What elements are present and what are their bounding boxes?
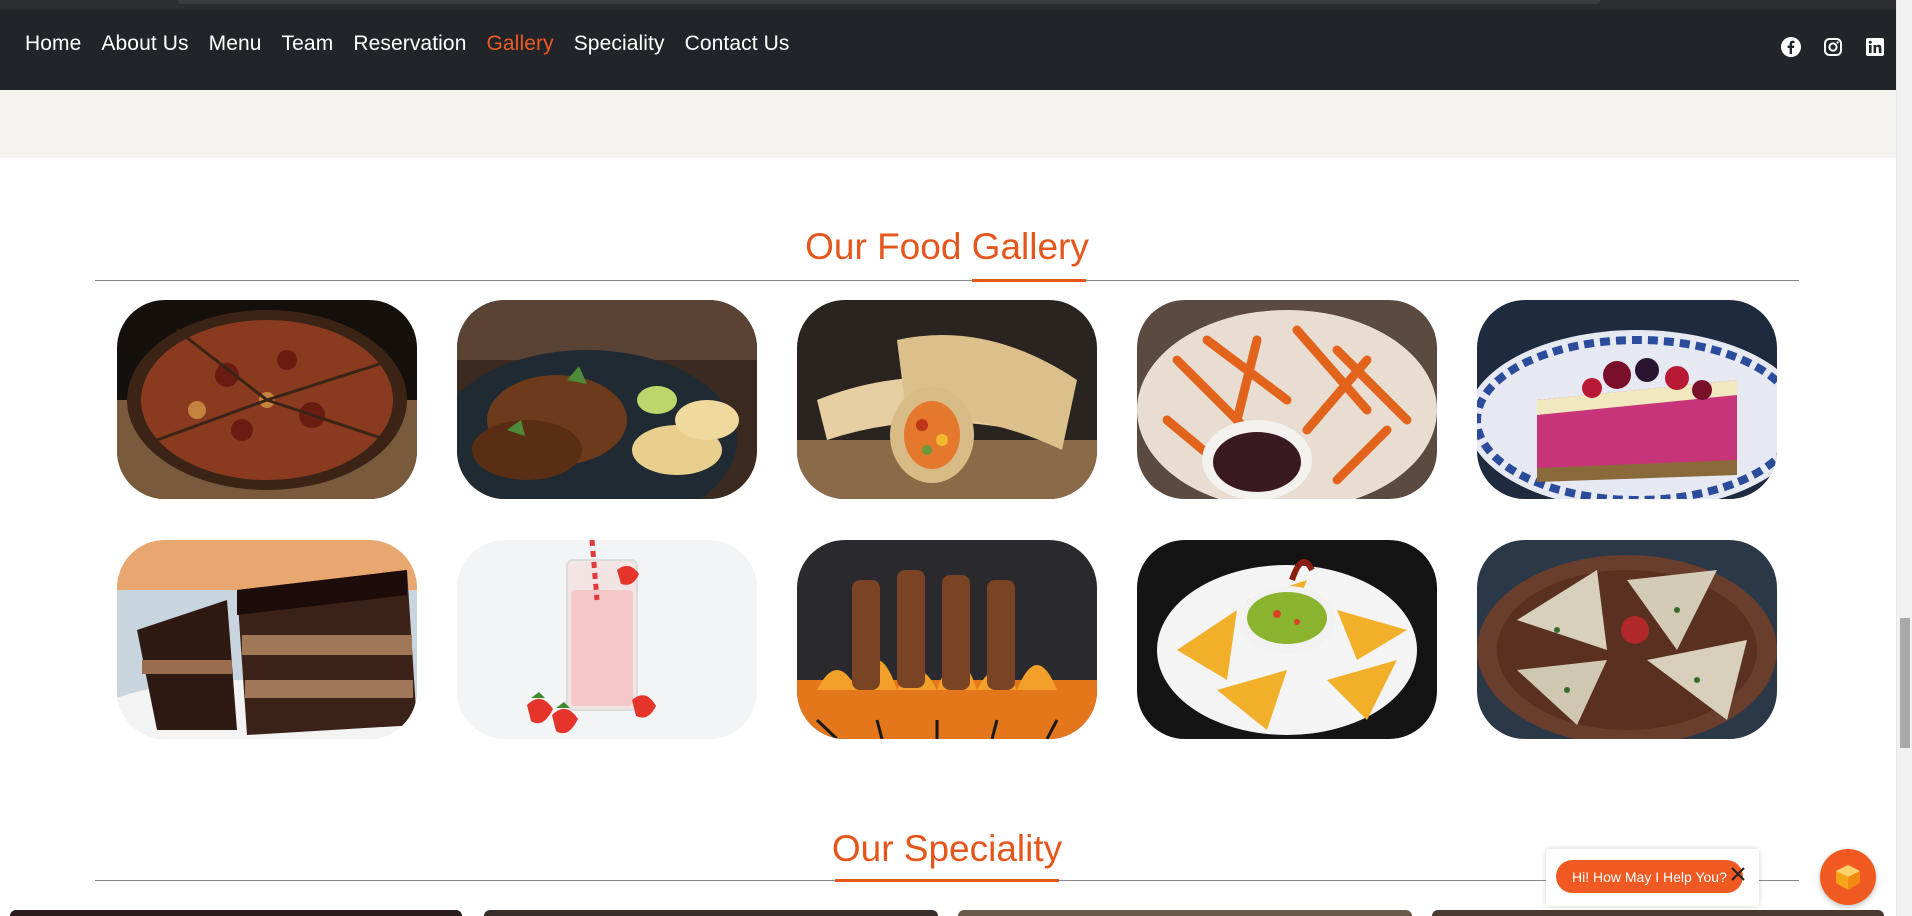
nav-home[interactable]: Home <box>25 32 81 56</box>
grilled-skewers-image[interactable] <box>797 540 1097 739</box>
gallery-title: Our Food Gallery <box>805 226 1089 267</box>
nav-speciality[interactable]: Speciality <box>574 32 665 56</box>
nav-menu[interactable]: Menu <box>209 32 262 56</box>
page-scrollbar[interactable] <box>1896 0 1912 916</box>
nav-links: Home About Us Menu Team Reservation Gall… <box>25 10 789 78</box>
nav-about-us[interactable]: About Us <box>101 32 188 56</box>
nav-contact-us[interactable]: Contact Us <box>685 32 790 56</box>
speciality-title-underline <box>835 879 1059 882</box>
facebook-icon[interactable] <box>1780 36 1802 58</box>
speciality-card-1[interactable] <box>10 910 462 916</box>
strawberry-smoothie-image[interactable] <box>457 540 757 739</box>
browser-top-strip <box>0 0 1896 10</box>
pizza-image[interactable] <box>117 300 417 499</box>
gallery-header: Our Food Gallery <box>95 226 1799 282</box>
grilled-chicken-chips-image[interactable] <box>457 300 757 499</box>
instagram-icon[interactable] <box>1822 36 1844 58</box>
speciality-header: Our Speciality <box>95 828 1799 884</box>
nav-reservation[interactable]: Reservation <box>353 32 466 56</box>
speciality-card-3[interactable] <box>958 910 1412 916</box>
gallery-divider <box>95 280 1799 281</box>
chocolate-cake-image[interactable] <box>117 540 417 739</box>
chat-launcher-button[interactable] <box>1820 849 1876 905</box>
hero-band-bottom <box>0 90 1896 158</box>
navbar: Home About Us Menu Team Reservation Gall… <box>0 10 1896 90</box>
sweet-potato-fries-image[interactable] <box>1137 300 1437 499</box>
speciality-card-4[interactable] <box>1432 910 1884 916</box>
linkedin-icon[interactable] <box>1864 36 1886 58</box>
speciality-title: Our Speciality <box>831 828 1063 869</box>
gallery-title-underline <box>972 279 1086 282</box>
chat-help-button[interactable]: Hi! How May I Help You? <box>1556 860 1743 893</box>
quesadilla-image[interactable] <box>1477 540 1777 739</box>
chat-prompt-box: Hi! How May I Help You? <box>1546 849 1759 906</box>
scrollbar-thumb[interactable] <box>1900 618 1910 748</box>
close-icon[interactable] <box>1727 863 1749 885</box>
berry-cheesecake-image[interactable] <box>1477 300 1777 499</box>
chat-box-icon <box>1836 865 1860 890</box>
nachos-guacamole-image[interactable] <box>1137 540 1437 739</box>
social-links <box>1780 36 1886 58</box>
wrap-image[interactable] <box>797 300 1097 499</box>
page: Home About Us Menu Team Reservation Gall… <box>0 0 1912 916</box>
speciality-card-2[interactable] <box>484 910 938 916</box>
nav-gallery[interactable]: Gallery <box>486 32 553 56</box>
nav-team[interactable]: Team <box>282 32 334 56</box>
